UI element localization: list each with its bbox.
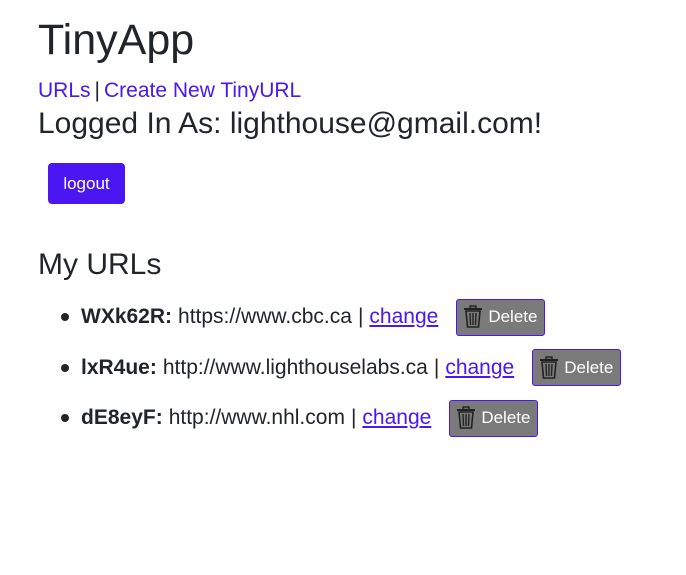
- trash-icon: [456, 406, 476, 430]
- short-url-code: WXk62R:: [81, 305, 173, 329]
- nav-separator: |: [94, 79, 100, 102]
- delete-button[interactable]: Delete: [456, 298, 546, 336]
- long-url: https://www.cbc.ca: [178, 305, 352, 329]
- short-url-code: lxR4ue:: [81, 355, 157, 379]
- long-url: http://www.lighthouselabs.ca: [162, 355, 428, 379]
- app-title: TinyApp: [38, 16, 195, 64]
- delete-button[interactable]: Delete: [532, 349, 622, 387]
- delete-label: Delete: [564, 357, 614, 377]
- list-item: WXk62R: https://www.cbc.ca | change Dele…: [38, 292, 621, 343]
- my-urls-heading: My URLs: [38, 248, 162, 281]
- nav-urls-link[interactable]: URLs: [38, 79, 91, 102]
- item-separator: |: [357, 305, 364, 329]
- change-link[interactable]: change: [369, 305, 438, 329]
- delete-button[interactable]: Delete: [449, 399, 539, 437]
- url-list: WXk62R: https://www.cbc.ca | change Dele…: [38, 292, 622, 444]
- nav-create-link[interactable]: Create New TinyURL: [104, 79, 301, 102]
- short-url-code: dE8eyF:: [81, 406, 163, 430]
- long-url: http://www.nhl.com: [168, 406, 345, 430]
- trash-icon: [539, 356, 559, 380]
- logged-in-status: Logged In As: lighthouse@gmail.com!: [38, 107, 543, 140]
- list-item: dE8eyF: http://www.nhl.com | change Dele…: [38, 393, 621, 444]
- delete-label: Delete: [481, 408, 531, 428]
- main-nav: URLs | Create New TinyURL: [38, 77, 301, 105]
- item-separator: |: [350, 406, 357, 430]
- delete-label: Delete: [488, 307, 538, 327]
- trash-icon: [463, 305, 483, 329]
- logout-button[interactable]: logout: [48, 163, 125, 204]
- list-item: lxR4ue: http://www.lighthouselabs.ca | c…: [38, 343, 622, 394]
- item-separator: |: [433, 355, 440, 379]
- change-link[interactable]: change: [362, 406, 431, 430]
- change-link[interactable]: change: [445, 356, 514, 380]
